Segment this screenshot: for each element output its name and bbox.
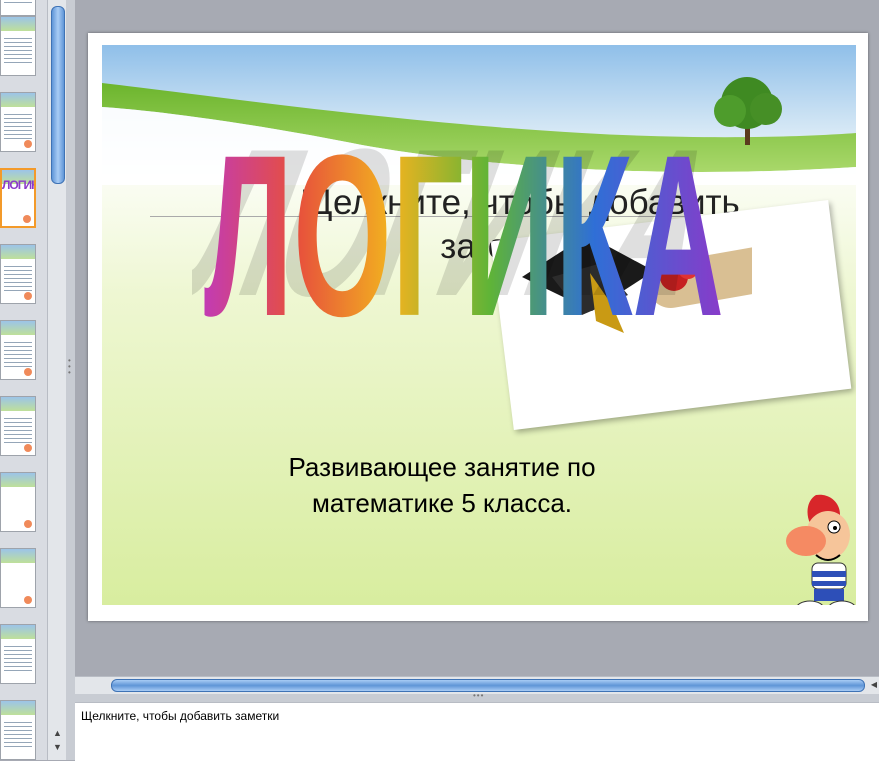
thumbnail-preview [4,263,32,293]
slide-thumbnail[interactable] [0,700,36,760]
notes-splitter[interactable]: ••• [75,691,879,702]
slide-thumbnail[interactable] [0,92,36,152]
mascot-icon [24,520,32,528]
thumbnail-logo: ЛОГИКА [2,178,34,192]
slide-thumbnail[interactable] [0,548,36,608]
subtitle-line: математике 5 класса. [311,488,573,518]
thumbnail-preview [1,549,35,563]
thumbnail-preview [1,397,35,411]
mascot-icon [24,140,32,148]
scrollbar-thumb[interactable] [51,6,65,184]
slide-thumbnail[interactable] [0,320,36,380]
slide-thumbnail[interactable] [0,0,36,16]
scroll-up-arrow-icon[interactable]: ▲ [52,728,63,739]
slide-thumbnail-pane[interactable]: ЛОГИКА [0,0,47,760]
thumbnail-preview [1,321,35,335]
slide-thumbnail[interactable] [0,472,36,532]
thumbnail-preview [4,0,32,5]
thumbnail-preview [1,701,35,715]
thumbnail-preview [4,35,32,65]
slide-thumbnail[interactable] [0,624,36,684]
mascot-icon [24,292,32,300]
mascot-icon [23,215,31,223]
slide-thumbnail[interactable] [0,396,36,456]
thumbnail-preview [1,473,35,487]
grip-dots-icon: ••• [68,356,71,377]
thumbnail-preview [4,643,32,673]
slide-canvas[interactable]: Щелкните, чтобы добавить заголовок [88,33,868,621]
thumbnail-preview [4,339,32,369]
thumbnail-preview [1,245,35,259]
scroll-right-arrow-icon[interactable]: ◀ [871,680,877,689]
slide-thumbnail[interactable] [0,244,36,304]
subtitle-text[interactable]: Развивающее занятие по математике 5 клас… [182,449,702,521]
mascot-icon [24,444,32,452]
slide: Щелкните, чтобы добавить заголовок [102,45,856,605]
mascot-icon [24,596,32,604]
scroll-down-arrow-icon[interactable]: ▼ [52,742,63,753]
subtitle-line: Развивающее занятие по [288,452,596,482]
thumbnail-preview [4,415,32,445]
thumbnail-preview [1,93,35,107]
pane-splitter[interactable]: • • • [66,0,75,760]
logo-wordart: ЛОГИКА [204,107,724,335]
thumbnail-preview [1,17,35,31]
slide-thumbnail[interactable] [0,16,36,76]
scrollbar-thumb[interactable] [111,679,865,692]
logo-and-diploma-art[interactable]: ЛОГИКА ЛОГИКА [192,65,752,335]
grip-dots-icon: ••• [473,691,485,700]
thumbnail-preview [4,111,32,141]
thumbnail-preview [1,625,35,639]
thumbnail-scrollbar[interactable]: ▲ ▼ [47,0,67,760]
thumbnail-preview [4,719,32,749]
slide-thumbnail-active[interactable]: ЛОГИКА [0,168,36,228]
cartoon-boy-mascot-icon [786,494,855,605]
mascot-icon [24,368,32,376]
notes-placeholder: Щелкните, чтобы добавить заметки [81,709,280,723]
notes-pane[interactable]: Щелкните, чтобы добавить заметки [75,702,879,761]
